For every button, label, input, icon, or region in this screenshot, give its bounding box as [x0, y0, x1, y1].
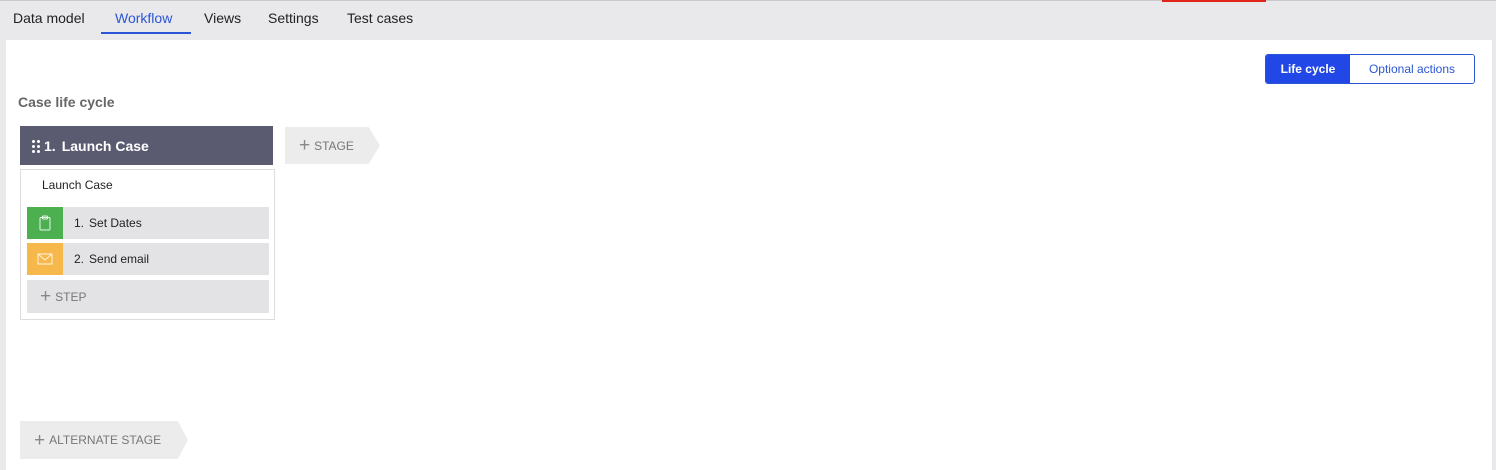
plus-icon: + — [299, 135, 311, 156]
tab-workflow[interactable]: Workflow — [115, 1, 172, 36]
tab-bar: Data model Workflow Views Settings Test … — [0, 1, 1496, 39]
add-stage-label: STAGE — [314, 138, 354, 153]
step-set-dates[interactable]: 1. Set Dates — [27, 207, 269, 239]
step-number: 1. — [74, 216, 85, 230]
add-alternate-stage-label: ALTERNATE STAGE — [49, 433, 162, 447]
drag-handle-icon[interactable] — [32, 139, 42, 153]
life-cycle-button[interactable]: Life cycle — [1266, 55, 1350, 83]
view-toggle: Life cycle Optional actions — [1265, 54, 1475, 84]
stage-header[interactable]: 1. Launch Case — [20, 126, 273, 165]
tab-settings[interactable]: Settings — [268, 1, 319, 36]
add-step-label: STEP — [55, 289, 87, 304]
step-number: 2. — [74, 252, 85, 266]
step-label: Send email — [89, 252, 150, 266]
envelope-icon — [27, 243, 63, 275]
plus-icon: + — [34, 429, 46, 451]
stage-number: 1. — [44, 137, 56, 154]
optional-actions-button[interactable]: Optional actions — [1350, 55, 1474, 83]
add-step-button[interactable]: + STEP — [27, 280, 269, 313]
plus-icon: + — [40, 286, 52, 307]
workflow-panel: Life cycle Optional actions Case life cy… — [6, 40, 1492, 470]
process-name[interactable]: Launch Case — [42, 178, 113, 192]
add-stage-button[interactable]: + STAGE — [285, 127, 380, 164]
step-label: Set Dates — [89, 216, 142, 230]
stage-name: Launch Case — [61, 137, 149, 154]
process-container: Launch Case 1. Set Dates 2. Send email +… — [20, 169, 275, 320]
tab-data-model[interactable]: Data model — [13, 1, 85, 36]
active-tab-indicator — [101, 32, 191, 34]
tab-test-cases[interactable]: Test cases — [347, 1, 413, 36]
section-title: Case life cycle — [18, 94, 115, 110]
step-send-email[interactable]: 2. Send email — [27, 243, 269, 275]
tab-views[interactable]: Views — [204, 1, 241, 36]
add-alternate-stage-button[interactable]: + ALTERNATE STAGE — [20, 421, 188, 459]
clipboard-icon — [27, 207, 63, 239]
